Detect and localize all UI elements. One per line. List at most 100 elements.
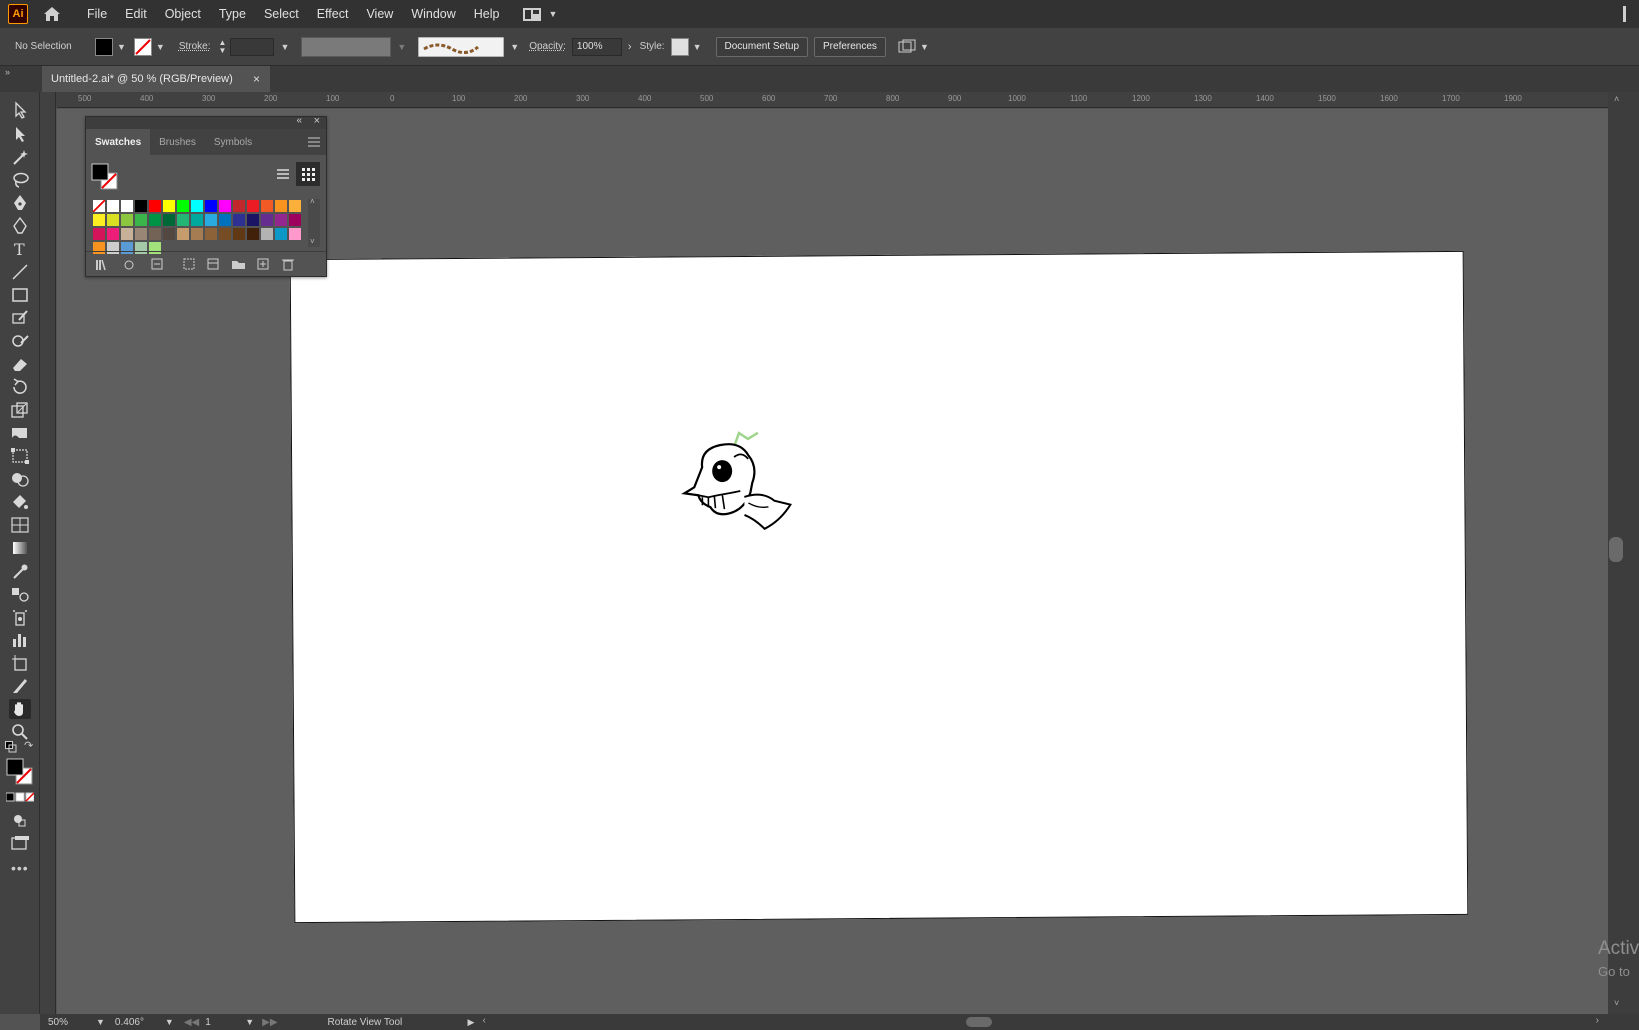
color-swatch[interactable] [204,199,218,213]
draw-mode-icon[interactable] [9,810,31,830]
document-setup-button[interactable]: Document Setup [715,36,809,57]
color-swatch[interactable] [260,227,274,241]
perspective-grid-tool-icon[interactable] [9,515,31,535]
arrange-documents-icon[interactable] [898,39,916,55]
color-swatch[interactable] [274,227,288,241]
blend-tool-icon[interactable] [9,584,31,604]
horizontal-scrollbar[interactable]: ‹ › [482,1015,1599,1028]
hand-tool-icon[interactable] [9,699,31,719]
grid-view-icon[interactable] [296,162,320,186]
zoom-level[interactable]: 50% [48,1017,96,1028]
color-swatch[interactable] [148,227,162,241]
paintbrush-tool-icon[interactable] [9,308,31,328]
color-swatch[interactable] [120,227,134,241]
vertical-scroll-thumb[interactable] [1609,537,1623,562]
color-swatch[interactable] [246,227,260,241]
color-swatch[interactable] [162,199,176,213]
chevron-down-icon[interactable]: ▼ [165,1017,174,1027]
gradient-tool-icon[interactable] [9,538,31,558]
color-swatch[interactable] [148,199,162,213]
menu-effect[interactable]: Effect [308,7,358,21]
tab-swatches[interactable]: Swatches [86,129,151,155]
chevron-down-icon[interactable]: ▼ [156,42,165,52]
chevron-down-icon[interactable]: ▼ [117,42,126,52]
panel-menu-icon[interactable] [308,137,320,147]
width-tool-icon[interactable] [9,423,31,443]
first-artboard-icon[interactable]: ◀◀ [184,1017,199,1028]
stroke-none-swatch[interactable] [133,37,152,56]
color-swatch[interactable] [190,199,204,213]
color-swatch[interactable] [274,199,288,213]
menu-edit[interactable]: Edit [116,7,156,21]
menu-select[interactable]: Select [255,7,308,21]
color-swatch[interactable] [260,199,274,213]
lasso-tool-icon[interactable] [9,170,31,190]
color-swatch[interactable] [134,241,148,255]
menu-window[interactable]: Window [402,7,464,21]
color-swatch[interactable] [218,213,232,227]
color-swatch[interactable] [204,227,218,241]
pen-tool-icon[interactable] [9,193,31,213]
close-icon[interactable]: × [253,72,260,86]
panel-footer-buttons[interactable] [94,257,304,271]
chevron-down-icon[interactable]: ˅ [310,237,315,246]
default-fill-stroke-icon[interactable] [5,741,17,753]
brush-definition[interactable] [418,36,505,57]
chevron-right-icon[interactable]: ▶ [468,1017,475,1028]
artboard[interactable] [289,250,1469,924]
color-swatch[interactable] [288,213,302,227]
chevron-down-icon[interactable]: ▼ [510,42,519,52]
edit-toolbar-icon[interactable]: ••• [11,860,29,876]
color-swatch[interactable] [92,213,106,227]
color-swatch[interactable] [176,227,190,241]
variable-width-profile[interactable] [301,36,392,57]
color-swatch[interactable] [232,213,246,227]
chevron-up-icon[interactable]: ˄ [1614,94,1619,104]
tab-symbols[interactable]: Symbols [205,129,261,155]
color-swatch[interactable] [162,227,176,241]
stroke-weight-stepper[interactable]: ▲ ▼ [219,38,227,55]
fill-stroke-indicator[interactable] [6,758,34,786]
preferences-button[interactable]: Preferences [814,36,886,57]
color-swatch[interactable] [162,213,176,227]
chevron-down-icon[interactable]: ▼ [280,42,289,52]
panel-title-bar[interactable]: « × [86,115,326,129]
direct-selection-tool-icon[interactable] [9,124,31,144]
color-mode-buttons[interactable] [6,792,34,802]
rectangle-tool-icon[interactable] [9,285,31,305]
menu-view[interactable]: View [357,7,402,21]
registration-swatch[interactable] [106,199,120,213]
menu-object[interactable]: Object [156,7,210,21]
selection-tool-icon[interactable] [9,100,31,120]
fill-color-swatch[interactable] [95,37,113,56]
shaper-tool-icon[interactable] [9,331,31,351]
line-segment-tool-icon[interactable] [9,262,31,282]
skull-illustration[interactable] [672,417,803,538]
color-swatch[interactable] [134,199,148,213]
menu-help[interactable]: Help [465,7,509,21]
swatch-scrollbar[interactable]: ˄ ˅ [308,197,320,247]
live-paint-bucket-icon[interactable] [9,492,31,512]
tab-brushes[interactable]: Brushes [150,129,205,155]
color-swatch[interactable] [204,213,218,227]
type-tool-icon[interactable]: T [9,239,31,259]
color-swatch[interactable] [106,241,120,255]
chevron-left-icon[interactable]: ‹ [482,1015,485,1026]
color-swatch[interactable] [218,199,232,213]
color-swatch[interactable] [260,213,274,227]
home-icon[interactable] [42,5,62,23]
color-swatch[interactable] [288,199,302,213]
chevron-right-icon[interactable]: › [628,41,632,53]
curvature-tool-icon[interactable] [9,216,31,236]
color-swatch[interactable] [190,213,204,227]
eyedropper-tool-icon[interactable] [9,561,31,581]
vertical-ruler[interactable] [40,92,56,1014]
scale-tool-icon[interactable] [9,400,31,420]
chevron-down-icon[interactable]: ▼ [920,42,929,52]
chevron-right-icon[interactable]: › [1596,1015,1599,1026]
color-swatch[interactable] [148,213,162,227]
horizontal-scroll-thumb[interactable] [966,1017,993,1027]
workspace-switcher[interactable]: ▼ [522,7,557,21]
menu-type[interactable]: Type [210,7,255,21]
color-swatch[interactable] [288,227,302,241]
